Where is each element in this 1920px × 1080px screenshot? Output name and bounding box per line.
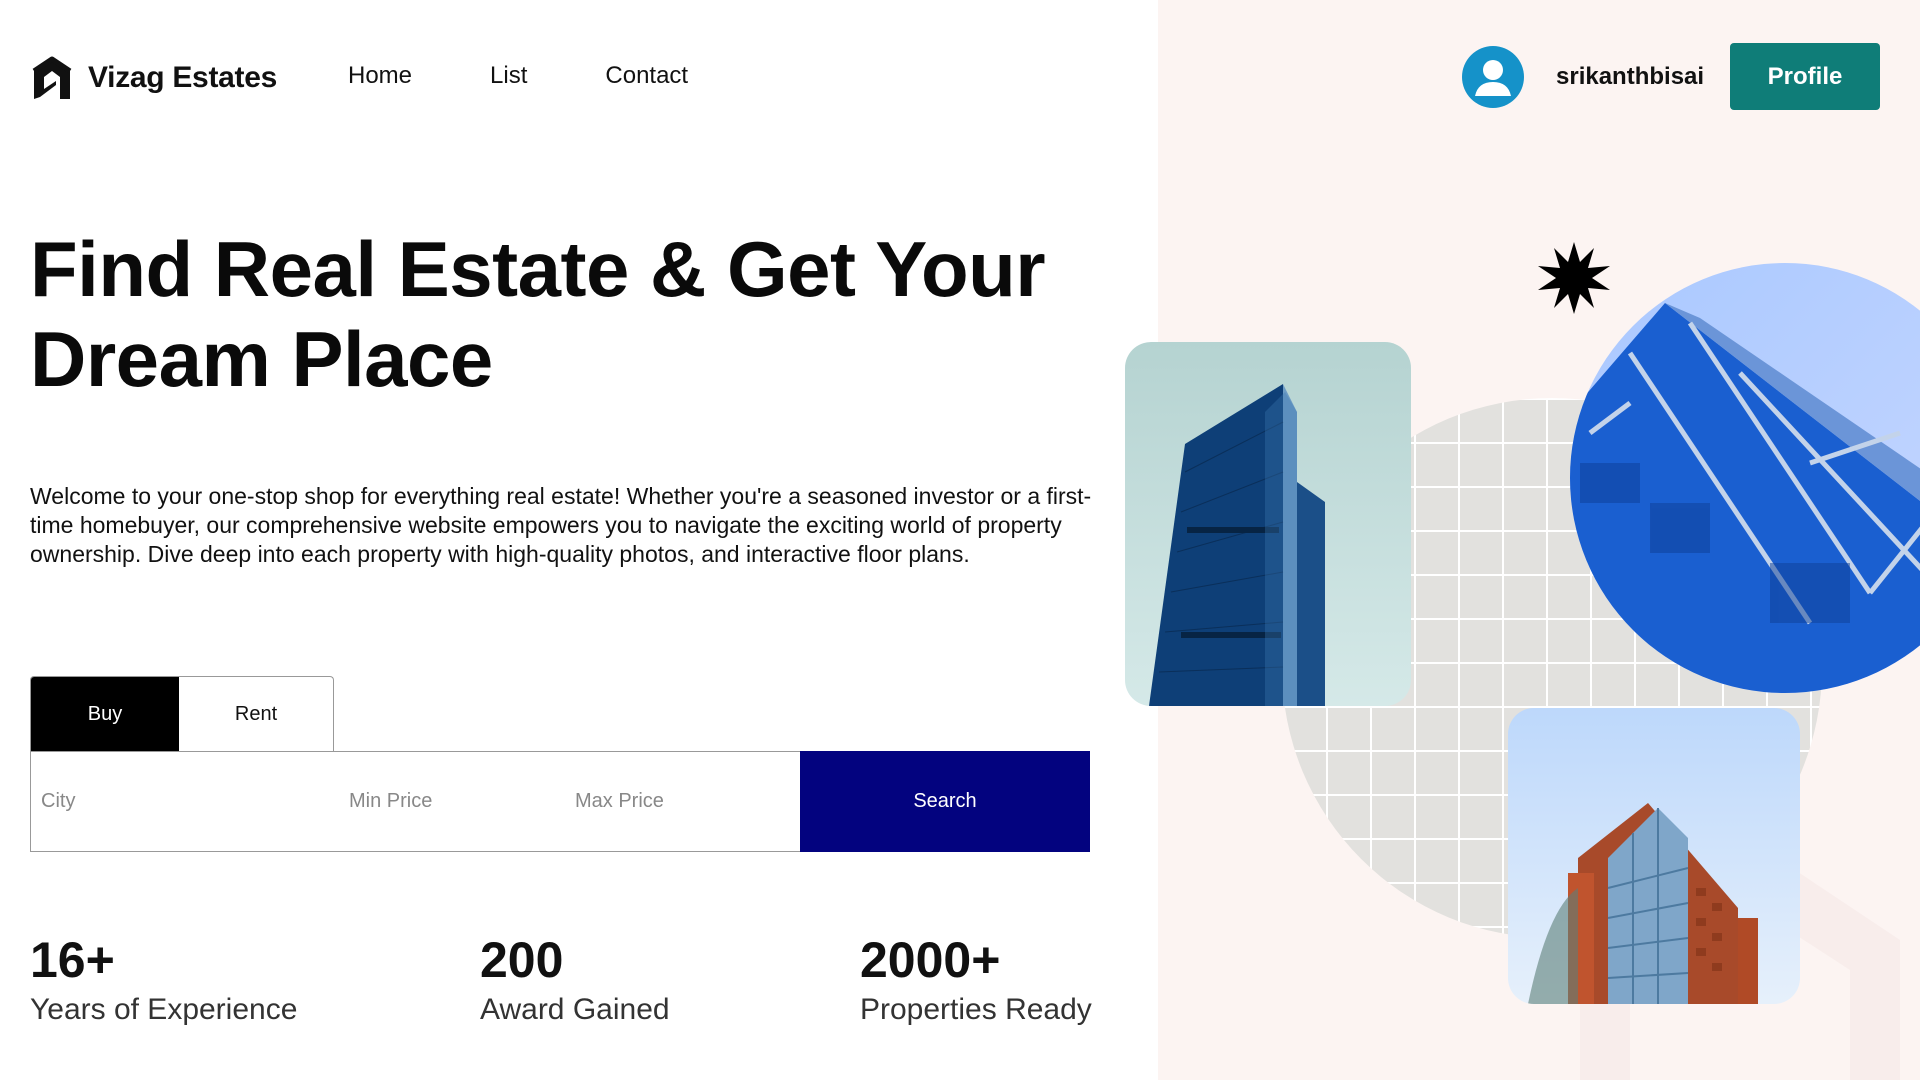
page-title: Find Real Estate & Get Your Dream Place (30, 224, 1110, 404)
nav-list-link[interactable]: List (490, 62, 527, 90)
stat-value: 2000+ (860, 932, 1001, 988)
tab-rent[interactable]: Rent (179, 677, 333, 751)
brick-building-image (1508, 708, 1800, 1004)
main-nav: Home List Contact (348, 62, 766, 90)
stat-experience: 16+ Years of Experience (30, 930, 297, 1030)
nav-contact-link[interactable]: Contact (605, 62, 688, 90)
username: srikanthbisai (1556, 63, 1705, 90)
stat-label: Award Gained (480, 993, 670, 1026)
title-line-1: Find Real Estate & Get Your (30, 225, 1046, 313)
title-line-2: Dream Place (30, 315, 493, 403)
nav-home-link[interactable]: Home (348, 62, 412, 90)
brand-logo[interactable]: Vizag Estates (30, 54, 277, 102)
min-price-input[interactable] (349, 752, 575, 851)
stat-value: 200 (480, 932, 564, 988)
logo-icon (32, 56, 72, 99)
stat-label: Years of Experience (30, 993, 298, 1026)
user-avatar-icon[interactable] (1462, 46, 1524, 108)
skyscraper-image (1125, 342, 1411, 706)
starburst-icon (1538, 242, 1610, 314)
tab-buy[interactable]: Buy (31, 677, 179, 751)
property-search-form: Search (30, 751, 1090, 852)
stat-properties: 2000+ Properties Ready (860, 930, 1092, 1030)
city-input[interactable] (31, 752, 349, 851)
max-price-input[interactable] (575, 752, 796, 851)
search-button[interactable]: Search (800, 751, 1090, 852)
brand-name: Vizag Estates (88, 61, 277, 94)
search-type-tabs: Buy Rent (30, 676, 334, 751)
stat-value: 16+ (30, 932, 115, 988)
profile-button[interactable]: Profile (1730, 43, 1880, 110)
user-menu: srikanthbisai (1462, 46, 1704, 108)
stat-awards: 200 Award Gained (480, 930, 670, 1030)
hero-description: Welcome to your one-stop shop for everyt… (30, 483, 1092, 567)
stat-label: Properties Ready (860, 993, 1092, 1026)
site-header: Vizag Estates Home List Contact srikanth… (0, 0, 1920, 156)
